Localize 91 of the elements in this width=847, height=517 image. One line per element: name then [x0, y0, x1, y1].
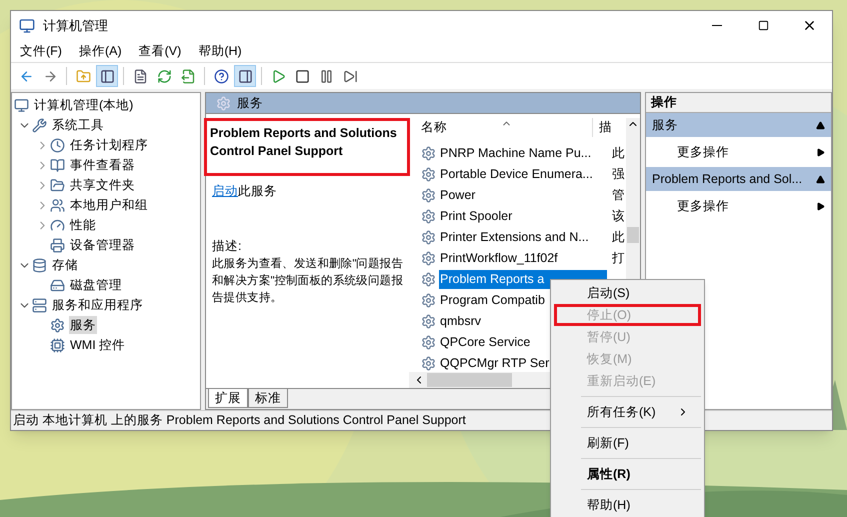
tree-item[interactable]: 系统工具	[51, 116, 105, 134]
service-title: Problem Reports and Solutions Control Panel Support	[210, 125, 398, 160]
section-header[interactable]: Problem Reports and Sol...	[646, 167, 831, 191]
description-cell-text: 强	[611, 166, 625, 183]
action-pane-icon	[238, 68, 252, 84]
service-name[interactable]: PNRP Machine Name Pu...	[439, 144, 607, 163]
clock-icon	[50, 138, 65, 152]
computer-icon	[14, 98, 29, 112]
tree-item[interactable]: 服务	[69, 316, 97, 334]
action-item[interactable]: 更多操作	[646, 137, 831, 167]
menu-item[interactable]: 操作(A)	[78, 42, 122, 60]
maximize-icon	[758, 20, 768, 31]
menu-item[interactable]: 刷新(F)	[554, 432, 701, 454]
document-icon	[132, 68, 148, 84]
action-item[interactable]: 更多操作	[646, 191, 831, 221]
stop-icon	[294, 68, 310, 84]
gear-icon	[421, 250, 436, 266]
section-header[interactable]: 服务	[646, 113, 831, 137]
minimize-icon	[712, 25, 722, 26]
menu-item[interactable]: 查看(V)	[138, 42, 182, 60]
play-icon	[270, 68, 286, 84]
tree-item[interactable]: 计算机管理(本地)	[33, 96, 134, 114]
tree-item[interactable]: 性能	[69, 216, 97, 234]
gear-icon	[421, 166, 436, 182]
service-name[interactable]: Power	[439, 186, 607, 205]
tree-item[interactable]: 存储	[51, 256, 79, 274]
gear-icon	[421, 272, 436, 287]
forward-arrow-icon	[42, 68, 58, 84]
menu-item[interactable]: 文件(F)	[20, 42, 62, 60]
start-link[interactable]: 启动	[212, 182, 238, 201]
tree-item[interactable]: WMI 控件	[69, 336, 126, 354]
scrollbar-thumb[interactable]	[627, 227, 639, 243]
menu-item[interactable]: 帮助(H)	[198, 42, 242, 60]
gear-icon	[421, 314, 436, 329]
export-icon	[180, 68, 196, 84]
service-name[interactable]: Printer Extensions and N...	[439, 228, 607, 247]
description-cell-text: 管	[611, 186, 625, 204]
tree-item[interactable]: 服务和应用程序	[51, 296, 144, 314]
tree-item[interactable]: 事件查看器	[69, 156, 136, 174]
gear-icon	[421, 188, 436, 203]
gear-icon	[50, 318, 65, 332]
tools-icon	[32, 118, 47, 132]
toolbar-button[interactable]	[96, 65, 118, 87]
folder-up-icon	[76, 68, 90, 84]
description-text: 此服务为查看、发送和删除"问题报告和解决方案"控制面板的系统级问题报告提供支持。	[212, 256, 404, 306]
service-name[interactable]: Print Spooler	[439, 206, 607, 226]
gear-icon	[421, 230, 436, 245]
gear-icon	[421, 356, 436, 371]
collapse-icon[interactable]	[816, 120, 825, 130]
tab[interactable]: 标准	[248, 389, 288, 408]
description-label: 描述:	[212, 238, 242, 255]
window-title: 计算机管理	[43, 16, 109, 35]
tree-item[interactable]: 设备管理器	[69, 236, 136, 254]
pause-icon	[318, 68, 334, 84]
gear-icon	[421, 334, 436, 350]
refresh-icon	[156, 68, 172, 84]
submenu-arrow-icon	[816, 148, 825, 156]
tree-pane-icon	[100, 68, 114, 84]
service-name[interactable]: Portable Device Enumera...	[439, 164, 607, 184]
tab[interactable]: 扩展	[208, 389, 248, 408]
gear-icon	[421, 146, 436, 161]
collapse-icon[interactable]	[816, 174, 825, 184]
gear-icon	[421, 208, 436, 224]
description-cell-text: 该	[611, 208, 625, 225]
description-cell-text: 此	[611, 144, 625, 162]
toolbar-button[interactable]	[234, 65, 256, 87]
gear-icon	[216, 96, 231, 110]
help-icon	[214, 68, 228, 84]
storage-icon	[32, 258, 47, 272]
description-cell-text: 打	[611, 250, 625, 267]
column-header[interactable]: 名称	[409, 118, 592, 137]
computer-icon	[19, 18, 35, 34]
submenu-arrow-icon	[816, 202, 825, 210]
column-header[interactable]: 描	[592, 118, 612, 137]
server-icon	[32, 298, 47, 312]
tree-item[interactable]: 共享文件夹	[69, 176, 136, 194]
link-suffix: 此服务	[238, 183, 277, 200]
description-cell-text: 此	[611, 228, 625, 246]
folder-icon	[50, 178, 65, 192]
restart-icon	[342, 68, 358, 84]
tree-item[interactable]: 任务计划程序	[69, 136, 149, 154]
gauge-icon	[50, 218, 65, 232]
tree-item[interactable]: 本地用户和组	[69, 196, 149, 214]
service-name[interactable]: PrintWorkflow_11f02f	[439, 248, 607, 268]
tree-item[interactable]: 磁盘管理	[69, 276, 123, 294]
pane-title: 服务	[237, 94, 263, 112]
actions-title: 操作	[646, 93, 831, 113]
users-icon	[50, 198, 65, 212]
scrollbar-thumb[interactable]	[427, 373, 512, 387]
menu-item[interactable]: 属性(R)	[554, 463, 701, 485]
gear-icon	[421, 292, 436, 308]
